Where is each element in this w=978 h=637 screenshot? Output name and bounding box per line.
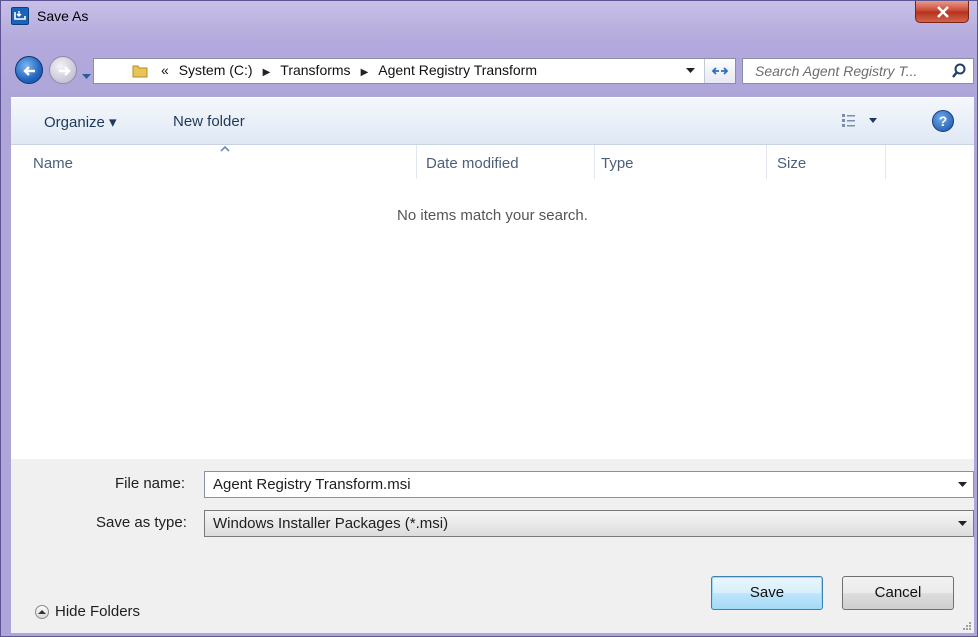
help-button[interactable]: ?	[932, 110, 954, 132]
breadcrumb-separator-icon[interactable]: ▶	[263, 67, 271, 78]
save-type-value: Windows Installer Packages (*.msi)	[213, 515, 449, 532]
breadcrumb-overflow[interactable]: «	[161, 62, 169, 78]
breadcrumb-item-agent-registry-transform[interactable]: Agent Registry Transform	[378, 62, 537, 78]
address-dropdown-icon[interactable]	[686, 68, 695, 74]
column-header-type[interactable]: Type	[595, 145, 766, 183]
column-header-date-modified[interactable]: Date modified	[417, 145, 594, 183]
save-button[interactable]: Save	[711, 576, 823, 610]
column-header-name[interactable]: Name	[11, 145, 416, 183]
folder-icon	[132, 65, 148, 78]
forward-arrow-icon	[59, 66, 71, 76]
breadcrumb-item-system[interactable]: System (C:)	[179, 62, 253, 78]
refresh-icon	[711, 67, 729, 75]
column-date-label: Date modified	[426, 155, 519, 172]
close-button[interactable]	[915, 1, 969, 23]
app-icon	[11, 7, 29, 25]
organize-menu-button[interactable]: Organize ▾	[44, 113, 117, 131]
file-name-field[interactable]: Agent Registry Transform.msi	[204, 471, 974, 498]
search-input[interactable]: Search Agent Registry T...	[742, 58, 974, 84]
new-folder-button[interactable]: New folder	[173, 113, 245, 130]
command-bar: Organize ▾ New folder ?	[11, 97, 974, 145]
breadcrumb: « System (C:) ▶ Transforms ▶ Agent Registry …	[161, 62, 537, 78]
close-icon	[937, 6, 949, 18]
column-divider[interactable]	[885, 145, 886, 179]
save-type-select[interactable]: Windows Installer Packages (*.msi)	[204, 510, 974, 537]
forward-button[interactable]	[49, 56, 77, 84]
collapse-icon	[35, 605, 49, 619]
breadcrumb-item-transforms[interactable]: Transforms	[280, 62, 350, 78]
column-name-label: Name	[33, 155, 74, 172]
breadcrumb-separator-icon[interactable]: ▶	[361, 67, 369, 78]
file-list[interactable]: Name Date modified Type Size No items ma…	[11, 145, 974, 459]
back-button[interactable]	[15, 56, 43, 84]
file-name-value: Agent Registry Transform.msi	[213, 476, 411, 493]
chevron-down-icon	[958, 521, 967, 526]
resize-grip-icon[interactable]	[962, 621, 972, 631]
sort-ascending-icon	[220, 145, 230, 152]
column-header-size[interactable]: Size	[767, 145, 885, 183]
address-bar[interactable]: « System (C:) ▶ Transforms ▶ Agent Registry …	[93, 58, 736, 84]
back-arrow-icon	[23, 66, 35, 76]
save-options-pane: File name: Agent Registry Transform.msi …	[11, 459, 974, 633]
details-view-icon	[842, 114, 877, 127]
save-type-label: Save as type:	[96, 514, 187, 531]
search-placeholder: Search Agent Registry T...	[755, 63, 918, 79]
save-as-dialog: Save As « System (C:) ▶ Transforms ▶ Agent R…	[0, 0, 978, 637]
hide-folders-label: Hide Folders	[55, 603, 141, 620]
file-name-label: File name:	[115, 475, 186, 492]
column-size-label: Size	[777, 155, 807, 172]
chevron-down-icon[interactable]	[958, 482, 967, 488]
window-title: Save As	[37, 8, 89, 24]
chevron-down-icon	[82, 74, 91, 79]
refresh-button[interactable]	[704, 59, 735, 83]
change-view-button[interactable]	[841, 113, 881, 132]
empty-list-message: No items match your search.	[397, 207, 588, 224]
column-type-label: Type	[601, 155, 634, 172]
search-icon[interactable]	[951, 63, 967, 79]
title-bar[interactable]: Save As	[1, 1, 977, 31]
recent-locations-dropdown[interactable]	[82, 67, 91, 83]
cancel-button[interactable]: Cancel	[842, 576, 954, 610]
